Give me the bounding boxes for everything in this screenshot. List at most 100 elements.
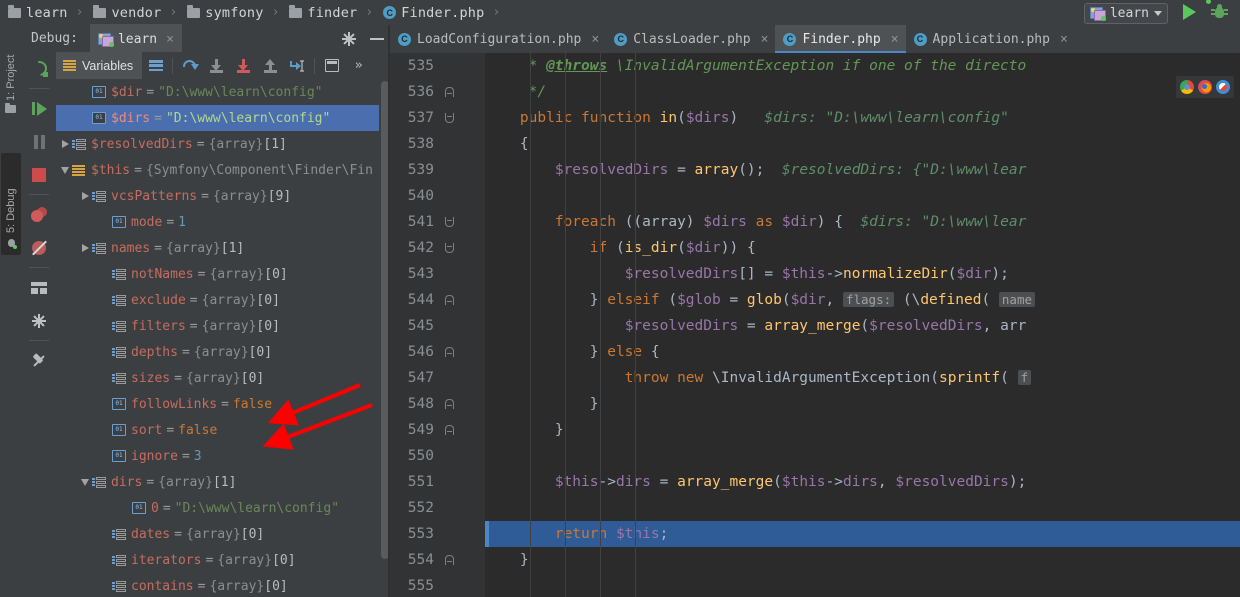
variable-row[interactable]: 01 followLinks = false	[56, 391, 390, 417]
breadcrumb-item-symfony[interactable]: symfony	[179, 0, 265, 25]
gutter-line[interactable]: 555	[390, 573, 485, 597]
close-icon[interactable]: ×	[166, 32, 174, 47]
safari-icon[interactable]	[1216, 80, 1230, 94]
breadcrumb-item-finder[interactable]: finder	[281, 0, 359, 25]
variable-row[interactable]: sizes = {array} [0]	[56, 365, 390, 391]
gutter-line[interactable]: 540	[390, 183, 485, 209]
run-configuration-selector[interactable]: learn	[1083, 3, 1168, 24]
code-area[interactable]: 535 536 537 538 539 540 541 542 543 544 545 546 547 5…	[390, 53, 1240, 597]
gutter-line[interactable]: 544	[390, 287, 485, 313]
code-line[interactable]: $resolvedDirs = array_merge($resolvedDir…	[485, 313, 1240, 339]
fold-collapse-icon[interactable]	[438, 555, 460, 565]
gutter-line[interactable]: 546	[390, 339, 485, 365]
mute-breakpoints-button[interactable]	[22, 231, 56, 264]
gutter-line[interactable]: 553	[390, 521, 485, 547]
sidebar-item-project[interactable]: 1: Project	[2, 29, 20, 119]
code-line[interactable]: throw new \InvalidArgumentException(spri…	[485, 365, 1240, 391]
layout-settings-button[interactable]	[22, 271, 56, 304]
variable-row[interactable]: 01 $dir = "D:\www\learn\config"	[56, 79, 390, 105]
chrome-icon[interactable]	[1180, 80, 1194, 94]
sidebar-item-debug[interactable]: 5: Debug	[1, 153, 21, 255]
code-line[interactable]: $resolvedDirs[] = $this->normalizeDir($d…	[485, 261, 1240, 287]
tab-loadconfiguration-php[interactable]: C LoadConfiguration.php ×	[390, 25, 606, 53]
fold-collapse-icon[interactable]	[438, 295, 460, 305]
chevron-right-icon[interactable]	[78, 183, 92, 209]
code-line[interactable]	[485, 443, 1240, 469]
gutter-line[interactable]: 543	[390, 261, 485, 287]
code-line[interactable]: $this->dirs = array_merge($this->dirs, $…	[485, 469, 1240, 495]
force-step-into-button[interactable]	[230, 52, 257, 79]
tab-variables[interactable]: Variables	[56, 52, 143, 79]
code-line[interactable]: if (is_dir($dir)) {	[485, 235, 1240, 261]
gutter-line[interactable]: 548	[390, 391, 485, 417]
variable-row[interactable]: 01 0 = "D:\www\learn\config"	[56, 495, 390, 521]
evaluate-expression-button[interactable]	[318, 52, 345, 79]
fold-collapse-icon[interactable]	[438, 399, 460, 409]
fold-expand-icon[interactable]	[438, 243, 460, 253]
gutter-line[interactable]: 550	[390, 443, 485, 469]
show-frames-button[interactable]	[142, 52, 169, 79]
pin-tab-button[interactable]	[22, 344, 56, 377]
breadcrumb-item-finder-php[interactable]: C Finder.php	[375, 0, 486, 25]
fold-collapse-icon[interactable]	[438, 87, 460, 97]
close-icon[interactable]: ×	[1060, 32, 1068, 47]
variable-row[interactable]: 01 $dirs = "D:\www\learn\config"	[56, 105, 390, 131]
fold-collapse-icon[interactable]	[438, 425, 460, 435]
gutter-line[interactable]: 545	[390, 313, 485, 339]
code-line[interactable]: $resolvedDirs = array(); $resolvedDirs: …	[485, 157, 1240, 183]
variable-row[interactable]: iterators = {array} [0]	[56, 547, 390, 573]
chevron-down-icon[interactable]	[58, 157, 72, 183]
breadcrumb-item-learn[interactable]: learn	[0, 0, 70, 25]
gutter-line[interactable]: 541	[390, 209, 485, 235]
code-line[interactable]: return $this;	[485, 521, 1240, 547]
code-line[interactable]: * @throws \InvalidArgumentException if o…	[485, 53, 1240, 79]
fold-expand-icon[interactable]	[438, 217, 460, 227]
code-line[interactable]: */	[485, 79, 1240, 105]
gutter-line[interactable]: 551	[390, 469, 485, 495]
tab-classloader-php[interactable]: C ClassLoader.php ×	[606, 25, 775, 53]
gutter-line[interactable]: 542	[390, 235, 485, 261]
view-breakpoints-button[interactable]	[22, 198, 56, 231]
run-to-cursor-button[interactable]	[284, 52, 311, 79]
close-icon[interactable]: ×	[891, 32, 899, 47]
pause-program-button[interactable]	[22, 125, 56, 158]
variable-row[interactable]: exclude = {array} [0]	[56, 287, 390, 313]
step-into-button[interactable]	[203, 52, 230, 79]
more-actions-button[interactable]: »	[345, 52, 372, 79]
settings-gear-icon[interactable]	[342, 31, 356, 46]
code-line[interactable]: {	[485, 131, 1240, 157]
code-line[interactable]: }	[485, 547, 1240, 573]
firefox-icon[interactable]	[1198, 80, 1212, 94]
variable-row[interactable]: names = {array} [1]	[56, 235, 390, 261]
variable-row[interactable]: $resolvedDirs = {array} [1]	[56, 131, 390, 157]
code-line[interactable]: }	[485, 417, 1240, 443]
code-line[interactable]: } else {	[485, 339, 1240, 365]
gutter-line[interactable]: 539	[390, 157, 485, 183]
chevron-right-icon[interactable]	[78, 235, 92, 261]
tab-application-php[interactable]: C Application.php ×	[906, 25, 1075, 53]
gutter-line[interactable]: 554	[390, 547, 485, 573]
run-button[interactable]	[1183, 4, 1196, 20]
variable-row[interactable]: depths = {array} [0]	[56, 339, 390, 365]
variable-row[interactable]: 01 ignore = 3	[56, 443, 390, 469]
variable-row[interactable]: dirs = {array} [1]	[56, 469, 390, 495]
variable-row[interactable]: 01 mode = 1	[56, 209, 390, 235]
settings-button[interactable]	[22, 304, 56, 337]
rerun-button[interactable]	[22, 52, 56, 85]
variable-row[interactable]: filters = {array} [0]	[56, 313, 390, 339]
variable-row[interactable]: 01 sort = false	[56, 417, 390, 443]
browser-preview-icons[interactable]	[1176, 76, 1234, 98]
variable-row[interactable]: $this = {Symfony\Component\Finder\Fin	[56, 157, 390, 183]
variables-tree[interactable]: 01 $dir = "D:\www\learn\config" 01 $dirs = "D:\…	[56, 79, 390, 597]
gutter-line[interactable]: 552	[390, 495, 485, 521]
debug-button[interactable]	[1206, 0, 1228, 21]
code-line[interactable]: public function in($dirs) $dirs: "D:\www…	[485, 105, 1240, 131]
stop-button[interactable]	[22, 158, 56, 191]
step-out-button[interactable]	[257, 52, 284, 79]
code-line[interactable]: }	[485, 391, 1240, 417]
step-over-button[interactable]	[176, 52, 203, 79]
fold-collapse-icon[interactable]	[438, 347, 460, 357]
code-line[interactable]: foreach ((array) $dirs as $dir) { $dirs:…	[485, 209, 1240, 235]
minimize-icon[interactable]	[370, 37, 384, 40]
code-line[interactable]	[485, 573, 1240, 597]
